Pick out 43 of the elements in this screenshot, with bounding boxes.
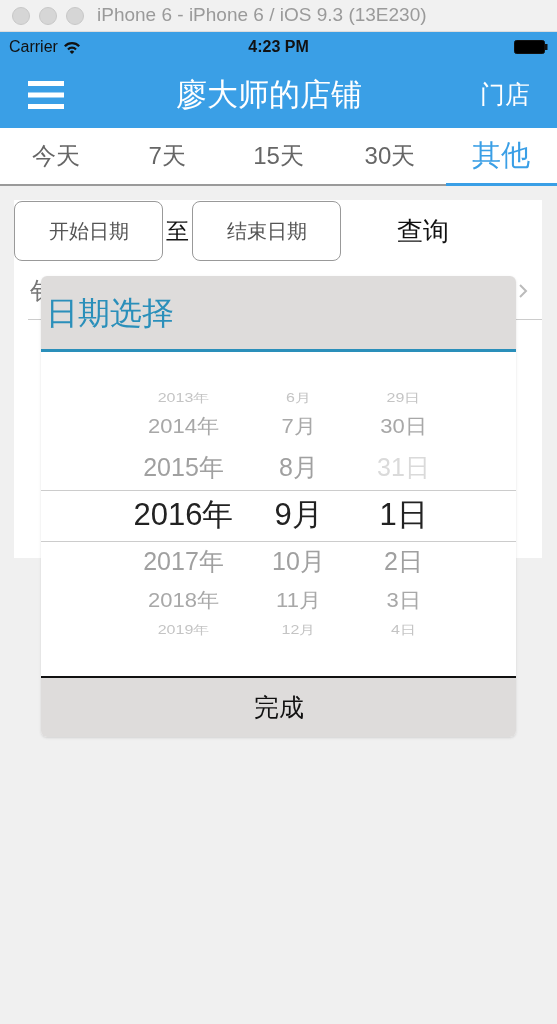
nav-title: 廖大师的店铺 [176,75,362,114]
window-control-icon[interactable] [12,6,30,25]
period-tab[interactable]: 30天 [334,128,446,184]
start-date-field[interactable]: 开始日期 [14,201,163,261]
period-tab[interactable]: 今天 [0,128,112,184]
picker-item[interactable]: 8月 [279,454,318,480]
window-control-icon[interactable] [39,6,57,25]
picker-item[interactable]: 6月 [286,392,311,404]
period-tab[interactable]: 15天 [222,128,335,184]
done-button[interactable]: 完成 [41,676,516,737]
query-button[interactable]: 查询 [387,211,459,251]
picker-item[interactable]: 10月 [272,548,325,574]
picker-item[interactable]: 29日 [386,392,421,404]
carrier-label: Carrier [9,37,58,57]
window-control-icon[interactable] [66,6,84,25]
window-title: iPhone 6 - iPhone 6 / iOS 9.3 (13E230) [97,3,427,28]
date-separator: 至 [166,216,189,246]
picker-item[interactable]: 2日 [384,548,423,574]
status-time: 4:23 PM [248,37,309,57]
picker-item[interactable]: 12月 [281,624,316,636]
picker-item[interactable]: 2018年 [148,591,219,611]
picker-item[interactable]: 2017年 [143,548,224,574]
chevron-icon [518,282,528,299]
picker-item[interactable]: 9月 [274,498,323,530]
period-tab[interactable]: 7天 [111,128,223,184]
menu-icon[interactable] [28,81,64,109]
picker-item[interactable]: 7月 [281,417,316,437]
end-date-field[interactable]: 结束日期 [192,201,341,261]
picker-item[interactable]: 11月 [276,591,321,611]
store-button[interactable]: 门店 [480,76,530,114]
picker-item[interactable]: 2014年 [148,417,219,437]
picker-item[interactable]: 2013年 [157,392,210,404]
period-tab[interactable]: 其他 [445,128,557,186]
picker-item[interactable]: 30日 [380,417,427,437]
picker-item[interactable]: 1日 [379,498,428,530]
picker-item[interactable]: 2015年 [143,454,224,480]
picker-item[interactable]: 2016年 [133,498,234,530]
dialog-title: 日期选择 [46,293,174,333]
picker-item[interactable]: 2019年 [157,624,210,636]
battery-icon [514,40,548,54]
wifi-icon [62,40,81,54]
picker-item[interactable]: 4日 [391,624,416,636]
picker-item[interactable]: 3日 [386,591,421,611]
